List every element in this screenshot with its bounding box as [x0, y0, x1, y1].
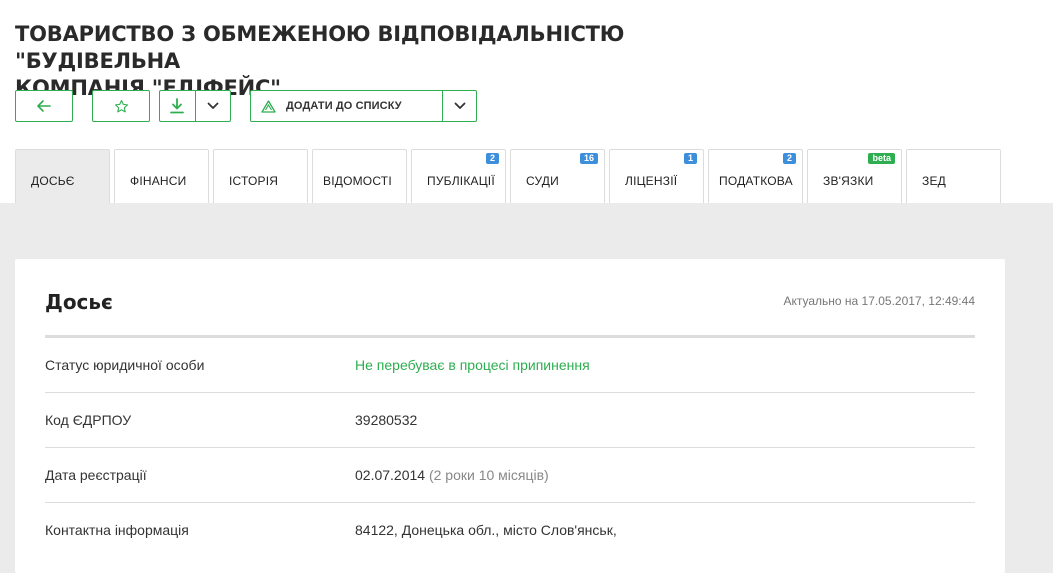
- count-badge: 2: [485, 153, 499, 164]
- download-button[interactable]: [160, 91, 195, 121]
- count-badge: 1: [683, 153, 697, 164]
- alarm-triangle-icon: [261, 99, 276, 113]
- tab-label: ФІНАНСИ: [130, 174, 187, 188]
- company-title-line1: ТОВАРИСТВО З ОБМЕЖЕНОЮ ВІДПОВІДАЛЬНІСТЮ …: [15, 22, 625, 73]
- add-to-list-dropdown-button[interactable]: [443, 91, 476, 121]
- count-badge: 2: [782, 153, 796, 164]
- chevron-down-icon: [454, 102, 465, 109]
- tab-label: ЗЕД: [922, 174, 946, 188]
- registration-age: (2 роки 10 місяців): [428, 467, 549, 483]
- edrpou-value: 39280532: [355, 412, 418, 428]
- chevron-down-icon: [207, 102, 219, 109]
- tab-label: ЗВ'ЯЗКИ: [823, 174, 874, 188]
- count-badge: 16: [579, 153, 598, 164]
- updated-timestamp: Актуально на 17.05.2017, 12:49:44: [783, 294, 975, 308]
- arrow-left-icon: [37, 100, 51, 112]
- add-to-list-label: ДОДАТИ ДО СПИСКУ: [286, 100, 402, 112]
- download-icon: [170, 98, 185, 114]
- add-to-list-button[interactable]: ДОДАТИ ДО СПИСКУ: [251, 91, 442, 121]
- info-row-registration: Дата реєстрації 02.07.2014 (2 роки 10 мі…: [45, 448, 975, 503]
- star-icon: [114, 99, 128, 112]
- dossier-card: Досьє Актуально на 17.05.2017, 12:49:44 …: [15, 259, 1005, 573]
- tab-details[interactable]: ВІДОМОСТІ: [312, 149, 407, 203]
- row-label: Код ЄДРПОУ: [45, 412, 132, 428]
- tab-label: ІСТОРІЯ: [229, 174, 279, 188]
- tab-courts[interactable]: СУДИ 16: [510, 149, 605, 203]
- row-label: Контактна інформація: [45, 522, 189, 538]
- registration-date: 02.07.2014: [355, 467, 426, 483]
- tab-label: ВІДОМОСТІ: [323, 174, 392, 188]
- download-options-button[interactable]: [195, 91, 230, 121]
- page-header: ТОВАРИСТВО З ОБМЕЖЕНОЮ ВІДПОВІДАЛЬНІСТЮ …: [0, 0, 1053, 203]
- registration-value: 02.07.2014 (2 роки 10 місяців): [355, 467, 549, 483]
- card-title: Досьє: [45, 290, 113, 314]
- tab-tax[interactable]: ПОДАТКОВА 2: [708, 149, 803, 203]
- favorite-button[interactable]: [92, 90, 150, 122]
- tab-label: ЛІЦЕНЗІЇ: [625, 174, 678, 188]
- back-button[interactable]: [15, 90, 73, 122]
- tab-label: ПУБЛІКАЦІЇ: [427, 174, 495, 188]
- row-label: Статус юридичної особи: [45, 357, 205, 373]
- tab-licenses[interactable]: ЛІЦЕНЗІЇ 1: [609, 149, 704, 203]
- info-row-edrpou: Код ЄДРПОУ 39280532: [45, 393, 975, 448]
- beta-badge: beta: [868, 153, 895, 164]
- tab-history[interactable]: ІСТОРІЯ: [213, 149, 308, 203]
- tab-label: СУДИ: [526, 174, 559, 188]
- tab-label: ДОСЬЄ: [31, 174, 75, 188]
- tab-finance[interactable]: ФІНАНСИ: [114, 149, 209, 203]
- info-row-contact: Контактна інформація 84122, Донецька обл…: [45, 503, 975, 558]
- tab-publications[interactable]: ПУБЛІКАЦІЇ 2: [411, 149, 506, 203]
- tab-connections[interactable]: ЗВ'ЯЗКИ beta: [807, 149, 902, 203]
- tab-label: ПОДАТКОВА: [719, 174, 793, 188]
- contact-value: 84122, Донецька обл., місто Слов'янськ,: [355, 522, 617, 538]
- info-row-status: Статус юридичної особи Не перебуває в пр…: [45, 338, 975, 393]
- tab-foreign-trade[interactable]: ЗЕД: [906, 149, 1001, 203]
- add-to-list-button-group: ДОДАТИ ДО СПИСКУ: [250, 90, 477, 122]
- status-value: Не перебуває в процесі припинення: [355, 357, 590, 373]
- download-button-group: [159, 90, 231, 122]
- row-label: Дата реєстрації: [45, 467, 147, 483]
- tab-dossier[interactable]: ДОСЬЄ: [15, 149, 110, 203]
